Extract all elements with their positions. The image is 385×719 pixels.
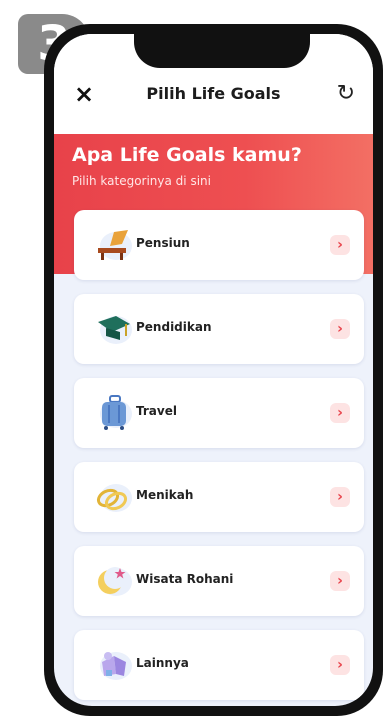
page-title: Pilih Life Goals (146, 84, 281, 103)
refresh-icon[interactable]: ↻ (337, 81, 355, 106)
goal-item-wisata-rohani[interactable]: Wisata Rohani › (74, 546, 364, 616)
chevron-right-icon[interactable]: › (330, 319, 350, 339)
graduation-cap-icon (98, 316, 132, 344)
chevron-right-icon[interactable]: › (330, 403, 350, 423)
phone-notch (134, 34, 310, 68)
chevron-right-icon[interactable]: › (330, 487, 350, 507)
goal-item-pendidikan[interactable]: Pendidikan › (74, 294, 364, 364)
hero-title: Apa Life Goals kamu? (72, 144, 302, 166)
other-goals-icon (100, 652, 132, 680)
crescent-moon-icon (98, 567, 132, 596)
chevron-right-icon[interactable]: › (330, 571, 350, 591)
chevron-right-icon[interactable]: › (330, 235, 350, 255)
app-screen: × Pilih Life Goals ↻ Apa Life Goals kamu… (54, 34, 373, 706)
phone-frame: × Pilih Life Goals ↻ Apa Life Goals kamu… (44, 24, 383, 716)
suitcase-icon (100, 395, 132, 430)
goal-item-pensiun[interactable]: Pensiun › (74, 210, 364, 280)
goal-label: Lainnya (136, 656, 189, 670)
goal-item-menikah[interactable]: Menikah › (74, 462, 364, 532)
goal-label: Wisata Rohani (136, 572, 234, 586)
hero-subtitle: Pilih kategorinya di sini (72, 174, 211, 188)
goal-label: Pendidikan (136, 320, 212, 334)
goal-label: Pensiun (136, 236, 190, 250)
goal-item-lainnya[interactable]: Lainnya › (74, 630, 364, 700)
wedding-rings-icon (96, 484, 132, 512)
chevron-right-icon[interactable]: › (330, 655, 350, 675)
goal-item-travel[interactable]: Travel › (74, 378, 364, 448)
goal-label: Menikah (136, 488, 194, 502)
lounge-chair-icon (98, 230, 132, 260)
goal-list: Pensiun › Pendidikan › Travel › Menikah … (74, 210, 364, 706)
goal-label: Travel (136, 404, 177, 418)
